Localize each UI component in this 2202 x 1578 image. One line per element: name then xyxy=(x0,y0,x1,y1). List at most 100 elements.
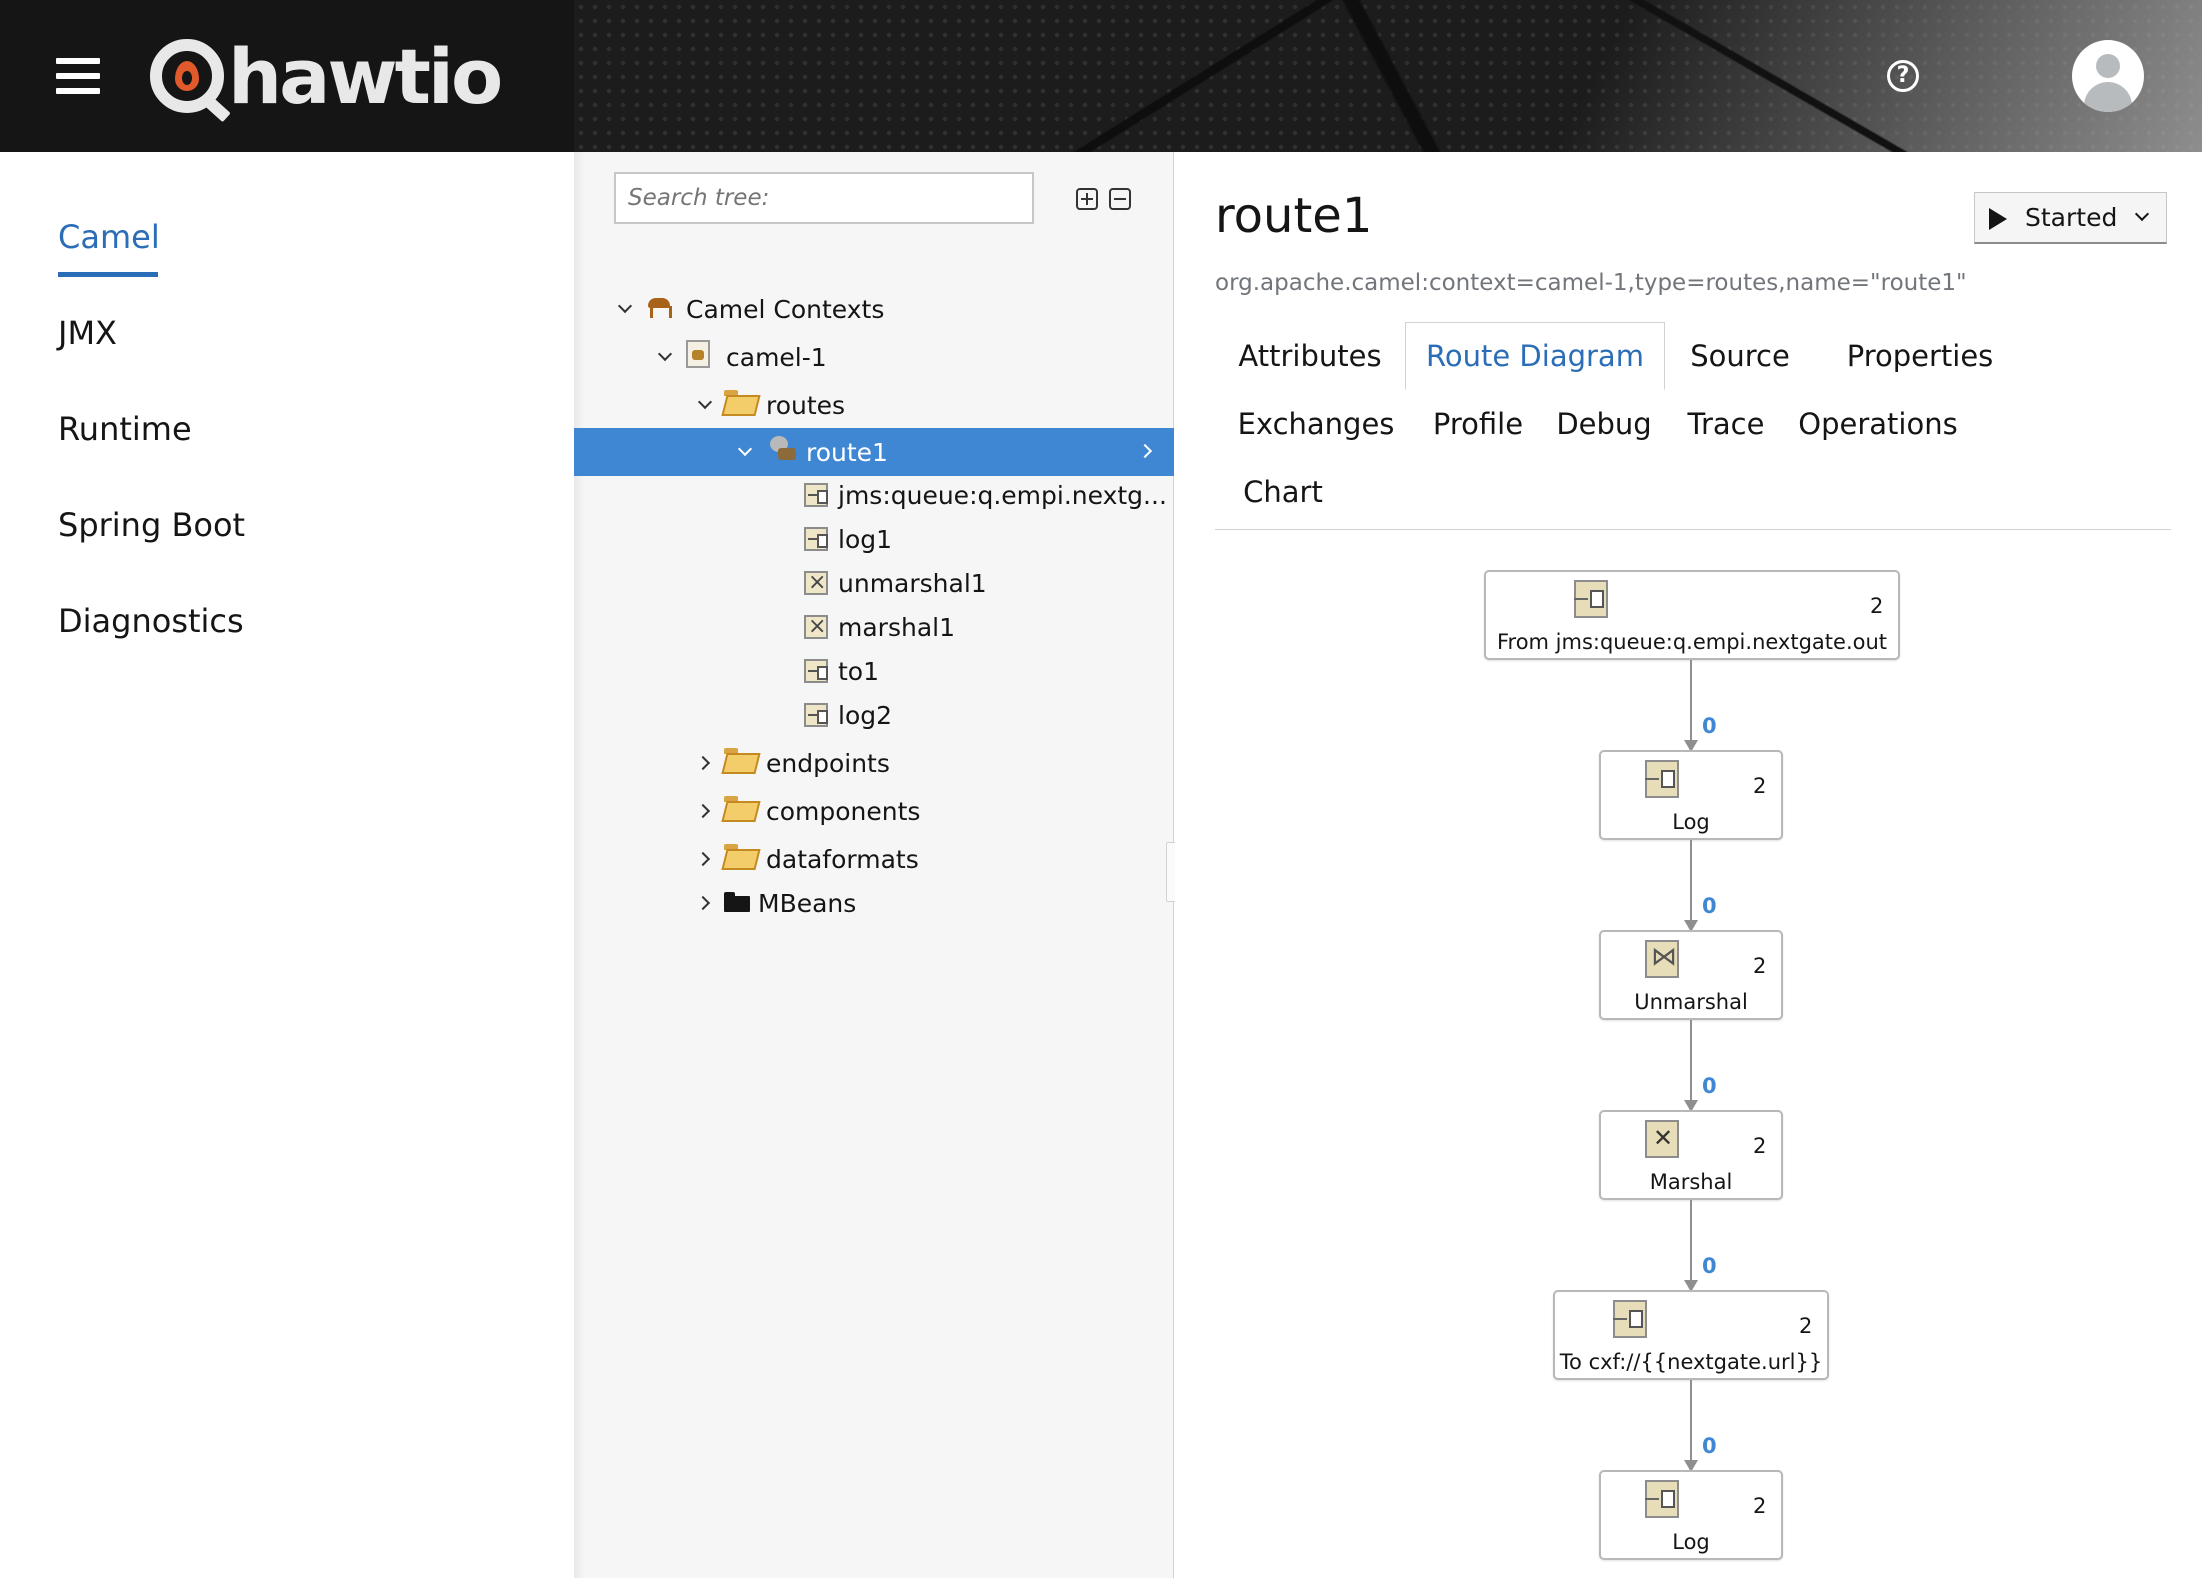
route-node-label: From jms:queue:q.empi.nextgate.out xyxy=(1496,630,1888,654)
tree-node-components[interactable]: components xyxy=(574,788,1174,834)
tree-node-label: components xyxy=(766,796,921,826)
hamburger-menu-icon[interactable] xyxy=(56,58,100,94)
tree-node-to1[interactable]: to1 xyxy=(574,650,1174,692)
tree-node-jms-endpoint[interactable]: jms:queue:q.empi.nextg... xyxy=(574,474,1174,516)
exchange-count: 2 xyxy=(1753,1494,1767,1518)
tree-node-unmarshal1[interactable]: unmarshal1 xyxy=(574,562,1174,604)
tree-node-label: route1 xyxy=(806,437,888,467)
route-edge xyxy=(1684,1380,1698,1472)
chevron-right-icon[interactable] xyxy=(696,850,714,868)
route-node-label: Log xyxy=(1672,1530,1710,1554)
collapse-all-icon[interactable] xyxy=(1109,188,1131,210)
nav-item-runtime[interactable]: Runtime xyxy=(58,410,192,448)
endpoint-icon xyxy=(804,483,828,507)
endpoint-node-icon xyxy=(1613,1300,1647,1338)
main-content: route1 org.apache.camel:context=camel-1,… xyxy=(1175,152,2202,1578)
tree-node-label: camel-1 xyxy=(726,342,827,372)
route-node-log[interactable]: 2 Log xyxy=(1599,750,1783,840)
folder-open-icon xyxy=(724,796,758,820)
endpoint-icon xyxy=(804,703,828,727)
tree-node-label: marshal1 xyxy=(838,612,955,642)
marshal-node-icon xyxy=(1645,1120,1679,1158)
route-node-label: Unmarshal xyxy=(1634,990,1748,1014)
edge-count-label: 0 xyxy=(1702,1434,1717,1458)
route-node-from[interactable]: 2 From jms:queue:q.empi.nextgate.out xyxy=(1484,570,1900,660)
chevron-right-icon[interactable] xyxy=(696,894,714,912)
search-tree-input[interactable] xyxy=(614,172,1034,224)
route-edge xyxy=(1684,1020,1698,1112)
chevron-down-icon[interactable] xyxy=(616,300,634,318)
route-edge xyxy=(1684,840,1698,932)
exchange-count: 2 xyxy=(1753,1134,1767,1158)
nav-item-jmx[interactable]: JMX xyxy=(58,314,117,352)
endpoint-node-icon xyxy=(1574,580,1608,618)
tree-panel: Camel Contexts camel-1 routes route1 jms… xyxy=(574,152,1174,1578)
route-diagram: 2 From jms:queue:q.empi.nextgate.out 0 2… xyxy=(1175,152,2202,1578)
nav-item-diagnostics[interactable]: Diagnostics xyxy=(58,602,244,640)
exchange-count: 2 xyxy=(1753,774,1767,798)
tree-node-label: unmarshal1 xyxy=(838,568,987,598)
tree-node-route1[interactable]: route1 xyxy=(574,428,1174,476)
masthead: hawtio ? xyxy=(0,0,2202,152)
tree-node-mbeans[interactable]: MBeans xyxy=(574,880,1174,926)
logo-text: hawtio xyxy=(228,31,503,121)
edge-count-label: 0 xyxy=(1702,1074,1717,1098)
folder-open-icon xyxy=(724,844,758,868)
tree-node-label: routes xyxy=(766,390,846,420)
dataformat-icon xyxy=(804,614,828,639)
dataformat-icon xyxy=(804,570,828,595)
tree-node-endpoints[interactable]: endpoints xyxy=(574,740,1174,786)
tree-node-camel-contexts[interactable]: Camel Contexts xyxy=(574,286,1174,332)
hawtio-logo[interactable]: hawtio xyxy=(150,31,503,121)
route-node-unmarshal[interactable]: 2 Unmarshal xyxy=(1599,930,1783,1020)
exchange-count: 2 xyxy=(1753,954,1767,978)
tree-node-marshal1[interactable]: marshal1 xyxy=(574,606,1174,648)
expand-all-icon[interactable] xyxy=(1076,188,1098,210)
chevron-right-icon[interactable] xyxy=(696,802,714,820)
nav-active-indicator xyxy=(58,272,158,277)
masthead-background xyxy=(574,0,2202,152)
tree-node-label: to1 xyxy=(838,656,880,686)
nav-item-camel[interactable]: Camel xyxy=(58,218,160,256)
unmarshal-node-icon xyxy=(1645,940,1679,978)
tree-node-label: Camel Contexts xyxy=(686,294,885,324)
user-avatar-icon[interactable] xyxy=(2072,40,2144,112)
camel-icon xyxy=(642,294,678,320)
exchange-count: 2 xyxy=(1799,1314,1813,1338)
camel-context-icon xyxy=(686,340,710,368)
nav-item-spring-boot[interactable]: Spring Boot xyxy=(58,506,245,544)
route-node-to[interactable]: 2 To cxf://{{nextgate.url}} xyxy=(1553,1290,1829,1380)
sidebar-nav: Camel JMX Runtime Spring Boot Diagnostic… xyxy=(0,152,574,1578)
route-node-label: To cxf://{{nextgate.url}} xyxy=(1559,1350,1823,1374)
exchange-count: 2 xyxy=(1870,594,1884,618)
route-node-log[interactable]: 2 Log xyxy=(1599,1470,1783,1560)
chevron-down-icon[interactable] xyxy=(696,396,714,414)
edge-count-label: 0 xyxy=(1702,894,1717,918)
route-node-label: Marshal xyxy=(1649,1170,1733,1194)
chevron-right-icon[interactable] xyxy=(696,754,714,772)
chevron-down-icon[interactable] xyxy=(736,443,754,461)
tree-node-label: jms:queue:q.empi.nextg... xyxy=(838,480,1167,510)
endpoint-node-icon xyxy=(1645,760,1679,798)
folder-open-icon xyxy=(724,390,758,414)
tree-node-log1[interactable]: log1 xyxy=(574,518,1174,560)
folder-open-icon xyxy=(724,748,758,772)
tree-node-camel-1[interactable]: camel-1 xyxy=(574,334,1174,380)
folder-icon xyxy=(724,892,750,912)
help-icon[interactable]: ? xyxy=(1887,60,1919,92)
tree-node-label: log1 xyxy=(838,524,893,554)
tree-node-log2[interactable]: log2 xyxy=(574,694,1174,736)
tree-node-dataformats[interactable]: dataformats xyxy=(574,836,1174,882)
route-node-label: Log xyxy=(1672,810,1710,834)
route-node-marshal[interactable]: 2 Marshal xyxy=(1599,1110,1783,1200)
tree-node-routes[interactable]: routes xyxy=(574,382,1174,428)
endpoint-icon xyxy=(804,659,828,683)
route-edge xyxy=(1684,1200,1698,1292)
chevron-down-icon[interactable] xyxy=(656,348,674,366)
endpoint-node-icon xyxy=(1645,1480,1679,1518)
route-edge xyxy=(1684,660,1698,752)
chevron-right-icon xyxy=(1140,443,1156,459)
hawtio-logo-mark-icon xyxy=(150,39,224,113)
edge-count-label: 0 xyxy=(1702,714,1717,738)
edge-count-label: 0 xyxy=(1702,1254,1717,1278)
